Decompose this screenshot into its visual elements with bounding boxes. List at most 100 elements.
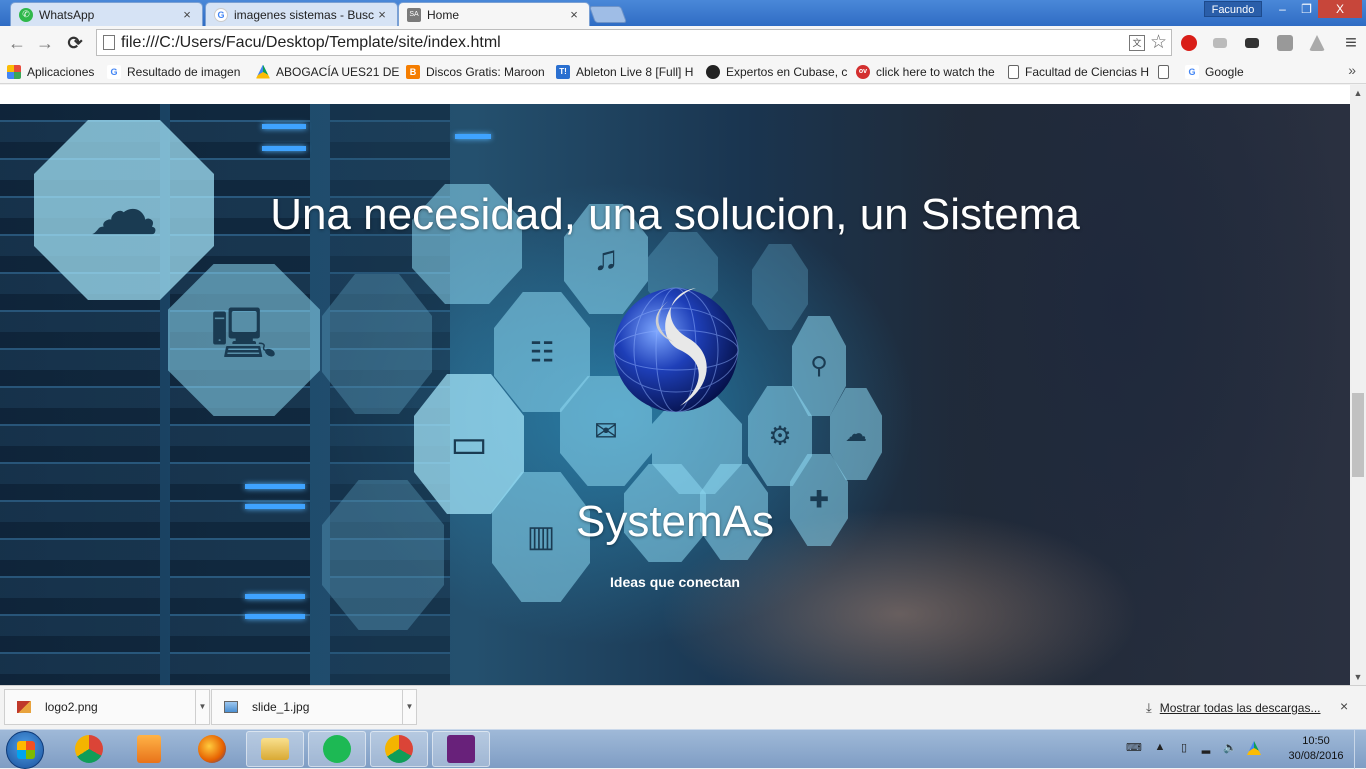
back-button[interactable]: ←: [6, 32, 28, 54]
bookmark-abogacia[interactable]: ABOGACÍA UES21 DE: [256, 63, 399, 80]
bookmark-star-icon[interactable]: ☆: [1150, 31, 1167, 54]
tab-close-icon[interactable]: ×: [567, 7, 581, 22]
extension-icon[interactable]: [1277, 35, 1293, 51]
scroll-up-button[interactable]: ▲: [1350, 85, 1366, 101]
taskbar-chrome-window[interactable]: [370, 731, 428, 767]
close-download-bar-button[interactable]: ×: [1340, 698, 1348, 714]
extension-icon[interactable]: [1245, 38, 1259, 48]
cubase-icon: [706, 64, 720, 79]
browser-toolbar: ← → ⟳ file:///C:/Users/Facu/Desktop/Temp…: [0, 26, 1366, 59]
brand-name: SystemAs: [575, 497, 775, 546]
tab-google-search[interactable]: G imagenes sistemas - Busc ×: [205, 2, 398, 26]
server-led: [245, 594, 305, 599]
media-player-icon: [137, 735, 161, 763]
server-led: [455, 134, 491, 139]
google-icon: G: [214, 7, 228, 22]
network-signal-icon[interactable]: ▂: [1199, 741, 1213, 755]
bookmark-label: click here to watch the: [876, 64, 995, 79]
whatsapp-icon: ✆: [19, 7, 33, 22]
folder-icon: [261, 738, 289, 760]
google-icon: G: [1185, 64, 1199, 79]
bookmark-apps[interactable]: Aplicaciones: [7, 63, 94, 80]
tagline: Ideas que conectan: [610, 574, 740, 590]
translate-icon[interactable]: 文: [1129, 35, 1145, 51]
show-all-downloads-link[interactable]: ⤓ Mostrar todas las descargas...: [1146, 700, 1320, 716]
profile-button[interactable]: Facundo: [1204, 1, 1262, 17]
tab-label: imagenes sistemas - Busc: [234, 7, 375, 22]
menu-icon[interactable]: ≡: [1340, 32, 1362, 54]
reload-button[interactable]: ⟳: [64, 32, 86, 54]
hero-slide: ☁ 🖳 ☷ ♫ ⚲ ☁ ▭ ✉ ⚙ ✚ ▥ Una necesidad, una…: [0, 104, 1350, 685]
minimize-button[interactable]: –: [1270, 0, 1295, 18]
download-filename: logo2.png: [45, 700, 98, 714]
download-item[interactable]: logo2.png ▼: [4, 689, 210, 725]
bookmarks-bar: Aplicaciones G Resultado de imagen ABOGA…: [0, 59, 1366, 84]
taskbar-media-player[interactable]: [120, 731, 178, 767]
page-icon: [103, 35, 115, 50]
keyboard-icon[interactable]: ⌨: [1126, 741, 1142, 755]
drive-extension-icon[interactable]: [1309, 35, 1325, 51]
bookmark-google[interactable]: G Google: [1185, 63, 1244, 80]
tab-whatsapp[interactable]: ✆ WhatsApp ×: [10, 2, 203, 26]
url-text[interactable]: file:///C:/Users/Facu/Desktop/Template/s…: [121, 34, 501, 52]
system-clock[interactable]: 10:50 30/08/2016: [1288, 734, 1344, 764]
download-icon: ⤓: [1146, 700, 1152, 715]
address-bar[interactable]: file:///C:/Users/Facu/Desktop/Template/s…: [96, 29, 1172, 56]
bookmark-facultad[interactable]: Facultad de Ciencias H: [1008, 63, 1149, 80]
tablet-icon: [322, 274, 432, 414]
taringa-icon: T!: [556, 64, 570, 79]
tab-home[interactable]: SA Home ×: [398, 2, 590, 26]
bookmark-label: Expertos en Cubase, c: [726, 64, 848, 79]
google-drive-tray-icon[interactable]: [1247, 741, 1261, 755]
ov-icon: ov: [856, 64, 870, 79]
opera-extension-icon[interactable]: [1181, 35, 1197, 51]
bookmark-page[interactable]: [1158, 63, 1175, 80]
new-tab-button[interactable]: [588, 6, 628, 23]
bookmark-click-here[interactable]: ov click here to watch the: [856, 63, 995, 80]
windows-logo-icon: [17, 741, 35, 759]
server-led: [262, 146, 306, 151]
taskbar-file-explorer[interactable]: [246, 731, 304, 767]
show-desktop-button[interactable]: [1354, 730, 1366, 769]
download-item[interactable]: slide_1.jpg ▼: [211, 689, 417, 725]
download-options-button[interactable]: ▼: [402, 690, 416, 724]
tab-close-icon[interactable]: ×: [375, 7, 389, 22]
tab-close-icon[interactable]: ×: [180, 7, 194, 22]
visual-studio-icon: [447, 735, 475, 763]
restore-button[interactable]: ❐: [1294, 0, 1319, 18]
chrome-icon: [75, 735, 103, 763]
scroll-down-button[interactable]: ▼: [1350, 669, 1366, 685]
bookmark-discos[interactable]: B Discos Gratis: Maroon: [406, 63, 545, 80]
close-window-button[interactable]: X: [1318, 0, 1362, 18]
bookmarks-overflow-button[interactable]: »: [1348, 62, 1356, 78]
firefox-icon: [198, 735, 226, 763]
volume-icon[interactable]: 🔈: [1223, 741, 1237, 755]
forward-button[interactable]: →: [34, 32, 56, 54]
bookmark-cubase[interactable]: Expertos en Cubase, c: [706, 63, 847, 80]
spotify-icon: [323, 735, 351, 763]
taskbar-visual-studio[interactable]: [432, 731, 490, 767]
bookmark-resultado[interactable]: G Resultado de imagen: [107, 63, 240, 80]
taskbar-chrome[interactable]: [60, 731, 118, 767]
bookmark-label: Aplicaciones: [27, 64, 95, 79]
download-options-button[interactable]: ▼: [195, 690, 209, 724]
start-button[interactable]: [6, 731, 44, 769]
bookmark-label: Discos Gratis: Maroon: [426, 64, 545, 79]
taskbar-firefox[interactable]: [183, 731, 241, 767]
show-hidden-icons-button[interactable]: ▲: [1153, 741, 1167, 755]
bookmark-label: ABOGACÍA UES21 DE: [276, 64, 400, 79]
bookmark-label: Ableton Live 8 [Full] H: [576, 64, 694, 79]
scroll-thumb[interactable]: [1352, 393, 1364, 477]
page-scrollbar[interactable]: ▲ ▼: [1350, 85, 1366, 685]
bookmark-ableton[interactable]: T! Ableton Live 8 [Full] H: [556, 63, 693, 80]
taskbar-spotify[interactable]: [308, 731, 366, 767]
clock-date: 30/08/2016: [1288, 750, 1344, 762]
show-all-label: Mostrar todas las descargas...: [1159, 701, 1321, 715]
clock-time: 10:50: [1302, 735, 1330, 747]
extension-icon[interactable]: [1213, 38, 1227, 48]
page-viewport: ☁ 🖳 ☷ ♫ ⚲ ☁ ▭ ✉ ⚙ ✚ ▥ Una necesidad, una…: [0, 85, 1350, 685]
server-led: [262, 124, 306, 129]
tab-label: WhatsApp: [39, 7, 95, 22]
apps-grid-icon: [7, 64, 21, 79]
device-icon[interactable]: ▯: [1177, 741, 1191, 755]
